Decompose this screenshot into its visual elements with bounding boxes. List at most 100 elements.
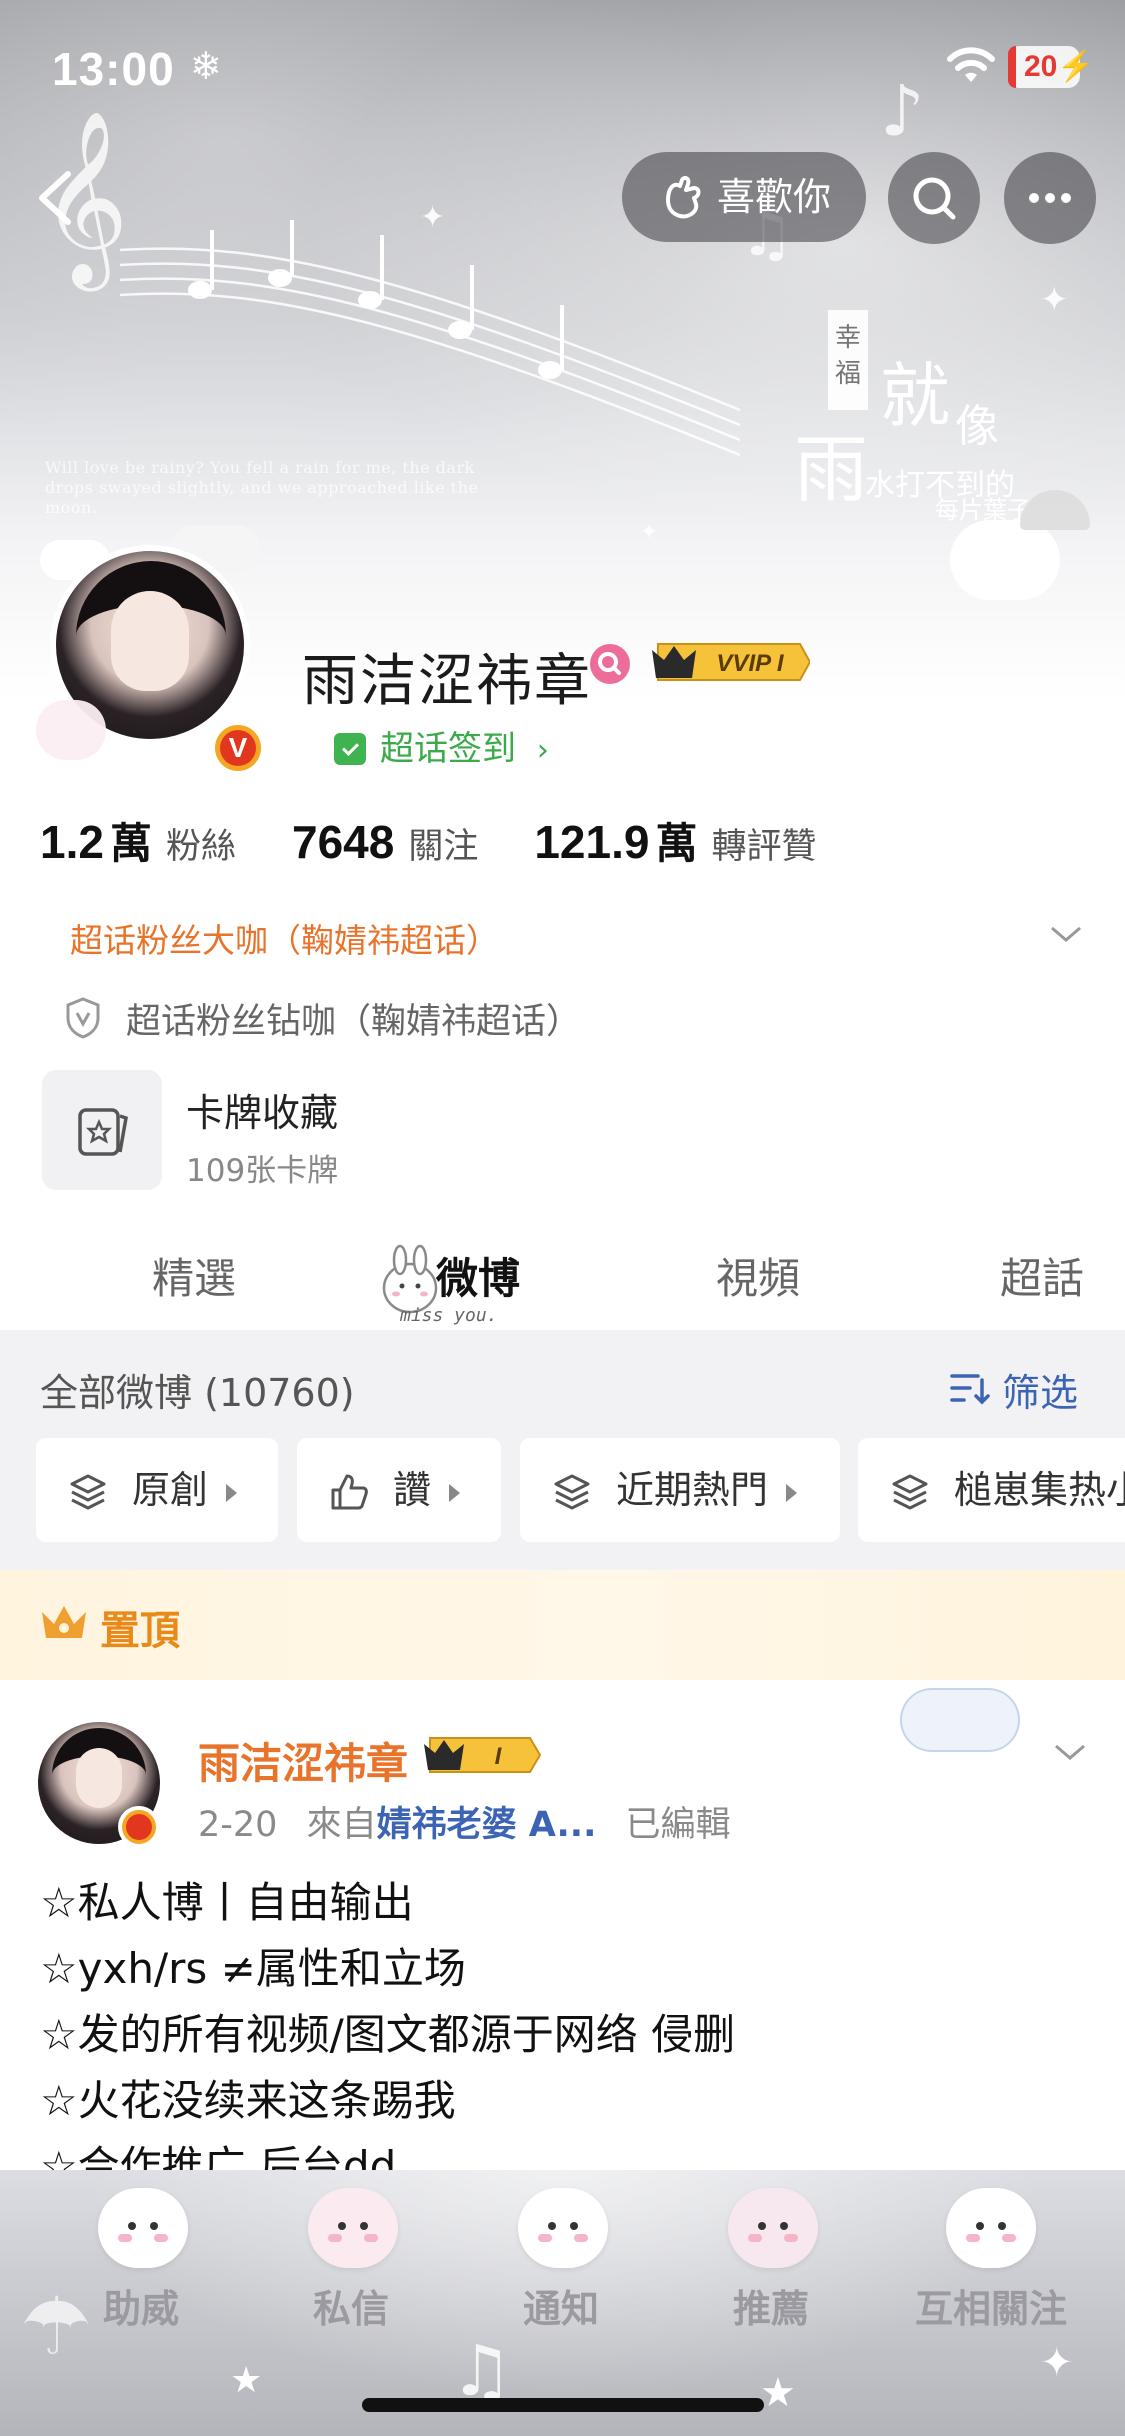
fan-title-tag[interactable]: 超话粉丝大咖（鞠婧祎超话） — [70, 914, 499, 962]
profile-username: 雨洁涩祎章 — [302, 649, 592, 714]
tab-super-topics[interactable]: 超話 — [1000, 1245, 1084, 1306]
battery-indicator: 20⚡ — [1008, 46, 1095, 88]
pinned-label: 置頂 — [100, 1608, 180, 1654]
calendar-check-icon — [334, 733, 366, 765]
banner-char-2: 就 — [880, 355, 950, 437]
layers-icon — [554, 1474, 590, 1510]
headphone-bunny-icon — [946, 2188, 1036, 2268]
nav-recommend[interactable]: 推薦 — [696, 2188, 846, 2338]
chevron-down-icon[interactable] — [1048, 922, 1084, 946]
search-button[interactable] — [888, 152, 980, 244]
bunny-umbrella-sticker — [950, 520, 1060, 600]
layers-icon — [892, 1474, 928, 1510]
sparkle-icon: ✦ — [1040, 280, 1069, 320]
snowflake-icon: ❄ — [190, 44, 222, 88]
crown-icon — [42, 1606, 86, 1638]
caret-right-icon — [786, 1484, 797, 1502]
chip-liked[interactable]: 讚 — [297, 1438, 501, 1542]
nav-mutual-follow[interactable]: 互相關注 — [906, 2188, 1076, 2338]
card-collection-title[interactable]: 卡牌收藏 — [186, 1082, 338, 1137]
hand-heart-icon — [666, 175, 701, 219]
status-time: 13:00 — [52, 43, 175, 95]
card-collection-icon-box[interactable] — [42, 1070, 162, 1190]
filter-button[interactable]: 筛选 — [1002, 1362, 1078, 1417]
post-source[interactable]: 婧祎老婆 A... — [377, 1805, 597, 1845]
nav-notifications[interactable]: 通知 — [486, 2188, 636, 2338]
followers-label: 粉絲 — [165, 827, 236, 867]
like-you-label: 喜歡你 — [717, 175, 832, 219]
stat-followers[interactable]: 1.2 萬 粉絲 — [40, 810, 236, 871]
nav-cheer-label: 助威 — [102, 2287, 179, 2331]
filter-icon[interactable] — [950, 1370, 990, 1406]
banner-char-3: 像 — [955, 401, 999, 452]
music-staff-decoration — [120, 220, 740, 457]
tab-featured[interactable]: 精選 — [152, 1245, 236, 1306]
star-icon: ★ — [230, 2360, 263, 2401]
search-icon — [913, 177, 956, 220]
caret-right-icon — [226, 1484, 237, 1502]
thumbs-up-icon — [331, 1474, 368, 1510]
banner-tag: 幸福 — [828, 310, 868, 410]
chip-original[interactable]: 原創 — [36, 1438, 278, 1542]
post-line: ☆合作推广 后台dd — [40, 2142, 397, 2170]
post-from-prefix: 來自 — [306, 1805, 377, 1845]
verified-badge-icon: V — [210, 720, 266, 776]
tab-videos[interactable]: 視頻 — [716, 1245, 800, 1306]
layers-icon — [70, 1474, 106, 1510]
battery-level: 20 — [1024, 50, 1058, 83]
following-count: 7648 — [291, 816, 395, 868]
verified-badge-icon — [118, 1806, 160, 1848]
following-label: 關注 — [408, 827, 479, 867]
post-line: ☆发的所有视频/图文都源于网络 侵删 — [40, 2010, 736, 2059]
stat-interactions[interactable]: 121.9 萬 轉評贊 — [534, 810, 816, 871]
star-icon: ★ — [760, 2370, 796, 2416]
fan-title-tag-secondary[interactable]: 超话粉丝钻咖（鞠婧祎超话） — [126, 993, 581, 1044]
nav-recommend-label: 推薦 — [732, 2287, 809, 2331]
nav-messages[interactable]: 私信 — [276, 2188, 426, 2338]
home-indicator[interactable] — [362, 2398, 764, 2412]
nav-mutual-follow-label: 互相關注 — [914, 2287, 1067, 2331]
profile-stats: 1.2 萬 粉絲 7648 關注 121.9 萬 轉評贊 — [40, 810, 873, 880]
shield-icon — [66, 997, 100, 1039]
cloud-face-icon — [98, 2188, 188, 2268]
post-edited: 已編輯 — [625, 1805, 731, 1845]
chip-liked-label: 讚 — [393, 1468, 432, 1512]
stat-following[interactable]: 7648 關注 — [292, 815, 478, 869]
post-line: ☆私人博丨自由输出 — [40, 1878, 414, 1927]
post-meta: 2-20 來自婧祎老婆 A... 已編輯 — [198, 1796, 731, 1847]
back-arrow-icon[interactable] — [28, 168, 88, 228]
banner-char-1: 雨 — [794, 427, 868, 513]
all-weibo-count: 全部微博 (10760) — [40, 1371, 355, 1415]
followers-count: 1.2 — [40, 816, 104, 868]
card-star-icon — [78, 1108, 128, 1156]
vip-label: VVIP I — [716, 650, 784, 677]
post-body[interactable]: ☆私人博丨自由输出 ☆yxh/rs ≠属性和立场 ☆发的所有视频/图文都源于网络… — [40, 1870, 1080, 2170]
vvip-badge[interactable]: VVIP I — [650, 640, 810, 684]
more-button[interactable] — [1004, 152, 1096, 244]
chip-collection[interactable]: 槌崽集热小 — [858, 1438, 1125, 1542]
post-author-name[interactable]: 雨洁涩祎章 — [198, 1730, 408, 1791]
chip-recent-hot-label: 近期熱門 — [616, 1468, 769, 1512]
chip-recent-hot[interactable]: 近期熱門 — [520, 1438, 840, 1542]
like-you-button[interactable]: 喜歡你 — [622, 152, 866, 242]
nav-cheer[interactable]: 助威 — [66, 2188, 216, 2338]
umbrella-bunny-icon — [518, 2188, 608, 2268]
nav-notifications-label: 通知 — [522, 2287, 599, 2331]
card-collection-count: 109张卡牌 — [186, 1153, 339, 1189]
sparkle-icon: ✦ — [420, 200, 446, 235]
more-dots-icon — [1029, 193, 1071, 203]
charging-bolt-icon: ⚡ — [1057, 50, 1095, 83]
vip-badge[interactable]: I — [422, 1734, 542, 1776]
filter-chips: 原創 讚 近期熱門 槌崽集热小 — [0, 1438, 1125, 1544]
followers-unit: 萬 — [109, 819, 152, 868]
chip-collection-label: 槌崽集热小 — [954, 1468, 1125, 1512]
caret-right-icon — [449, 1484, 460, 1502]
sparkle-icon: ✦ — [1060, 750, 1086, 785]
name-search-icon[interactable] — [590, 644, 630, 684]
super-topic-checkin-button[interactable]: 超话签到 › — [310, 718, 580, 780]
bunny-face-icon — [308, 2188, 398, 2268]
chevron-down-icon[interactable] — [1052, 1740, 1088, 1764]
chip-original-label: 原創 — [132, 1468, 209, 1512]
profile-screen: 𝄞 ♪ ♫ ✦ ✦ ✦ ✦ Will love be rainy? You fe… — [0, 0, 1125, 2436]
interactions-unit: 萬 — [655, 819, 698, 868]
